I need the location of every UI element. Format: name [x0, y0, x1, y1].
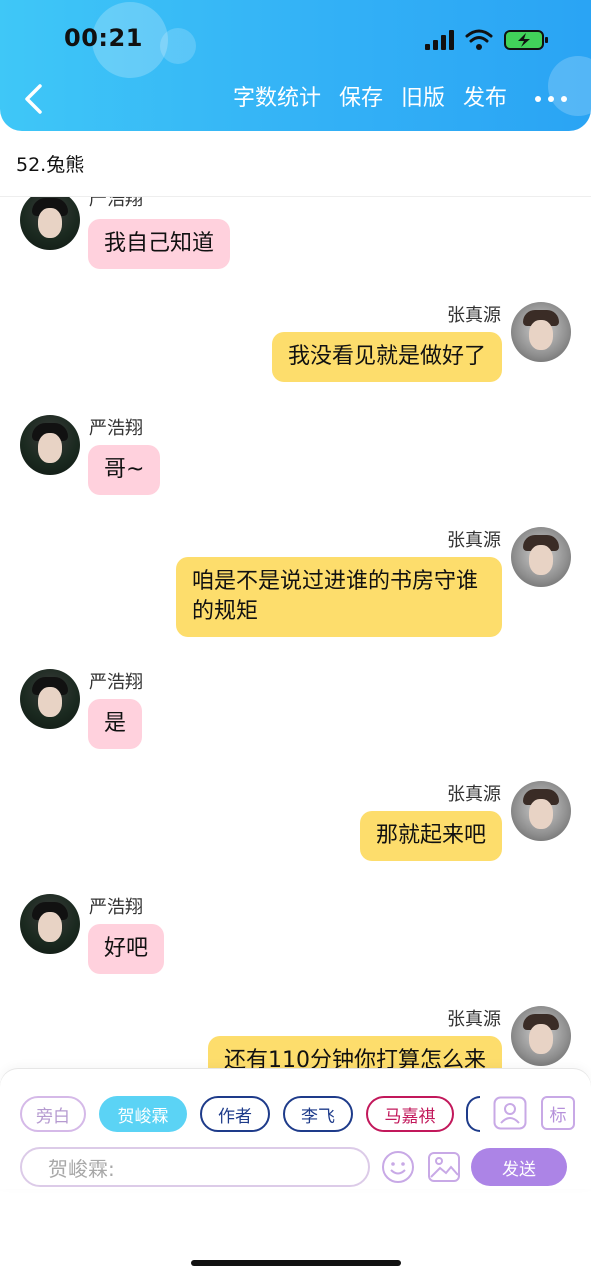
message-bubble[interactable]: 哥~ — [88, 445, 161, 495]
avatar[interactable] — [20, 894, 80, 954]
wifi-icon — [465, 29, 493, 50]
send-button[interactable]: 发送 — [471, 1148, 567, 1186]
speaker-name: 严浩翔 — [89, 197, 143, 210]
word-count-button[interactable]: 字数统计 — [233, 84, 321, 114]
save-button[interactable]: 保存 — [339, 84, 383, 114]
avatar[interactable] — [20, 669, 80, 729]
more-dot — [561, 96, 567, 102]
app-header: 00:21 字数统计 保存 旧版 发布 — [0, 0, 591, 131]
role-chip-author[interactable]: 作者 — [200, 1096, 270, 1132]
chat-list[interactable]: 严浩翔 我自己知道 张真源 我没看见就是做好了 严浩翔 哥~ 张真源 咱是不是说… — [0, 197, 591, 1069]
image-icon[interactable] — [427, 1150, 461, 1184]
publish-button[interactable]: 发布 — [463, 84, 507, 114]
speaker-name: 严浩翔 — [89, 418, 143, 439]
message-bubble[interactable]: 我自己知道 — [88, 219, 231, 269]
speaker-name: 张真源 — [447, 530, 501, 551]
avatar[interactable] — [511, 781, 571, 841]
role-chip-partial[interactable] — [466, 1096, 480, 1132]
speaker-name: 张真源 — [447, 784, 501, 805]
avatar[interactable] — [511, 302, 571, 362]
message-bubble[interactable]: 我没看见就是做好了 — [271, 332, 502, 382]
message-input[interactable]: 贺峻霖: — [20, 1147, 370, 1187]
message-bubble[interactable]: 那就起来吧 — [359, 811, 502, 861]
emoji-icon[interactable] — [381, 1150, 415, 1184]
role-toolbar: 旁白 贺峻霖 作者 李飞 马嘉祺 标 贺峻霖: 发送 — [0, 1069, 591, 1189]
more-dot — [548, 96, 554, 102]
message-bubble[interactable]: 是 — [88, 699, 143, 749]
speaker-name: 张真源 — [447, 1009, 501, 1030]
person-icon[interactable] — [493, 1096, 527, 1130]
home-indicator[interactable] — [191, 1260, 401, 1266]
role-chip[interactable]: 李飞 — [283, 1096, 353, 1132]
role-chip-narration[interactable]: 旁白 — [20, 1096, 86, 1132]
document-title[interactable]: 52.兔熊 — [16, 150, 84, 177]
status-time: 00:21 — [64, 24, 143, 52]
signal-icon — [425, 30, 454, 50]
header-actions: 字数统计 保存 旧版 发布 — [215, 84, 567, 114]
speaker-name: 严浩翔 — [89, 897, 143, 918]
avatar[interactable] — [511, 1006, 571, 1066]
more-horizontal-icon[interactable] — [535, 84, 567, 114]
input-placeholder: 贺峻霖: — [48, 1156, 115, 1181]
avatar[interactable] — [20, 415, 80, 475]
battery-icon — [504, 30, 548, 50]
chevron-left-icon[interactable] — [22, 84, 46, 114]
speaker-name: 严浩翔 — [89, 672, 143, 693]
avatar[interactable] — [511, 527, 571, 587]
tag-label: 标 — [549, 1105, 567, 1126]
role-chip[interactable]: 马嘉祺 — [366, 1096, 454, 1132]
message-bubble[interactable]: 还有110分钟你打算怎么来 — [208, 1036, 502, 1069]
more-dot — [535, 96, 541, 102]
header-bubble-decoration — [160, 28, 196, 64]
avatar[interactable] — [20, 197, 80, 250]
old-version-button[interactable]: 旧版 — [401, 84, 445, 114]
message-bubble[interactable]: 咱是不是说过进谁的书房守谁的规矩 — [176, 557, 502, 637]
message-bubble[interactable]: 好吧 — [88, 924, 165, 974]
speaker-name: 张真源 — [447, 305, 501, 326]
status-icons — [425, 29, 548, 50]
role-chip-selected[interactable]: 贺峻霖 — [99, 1096, 187, 1132]
tag-icon[interactable]: 标 — [541, 1096, 575, 1130]
